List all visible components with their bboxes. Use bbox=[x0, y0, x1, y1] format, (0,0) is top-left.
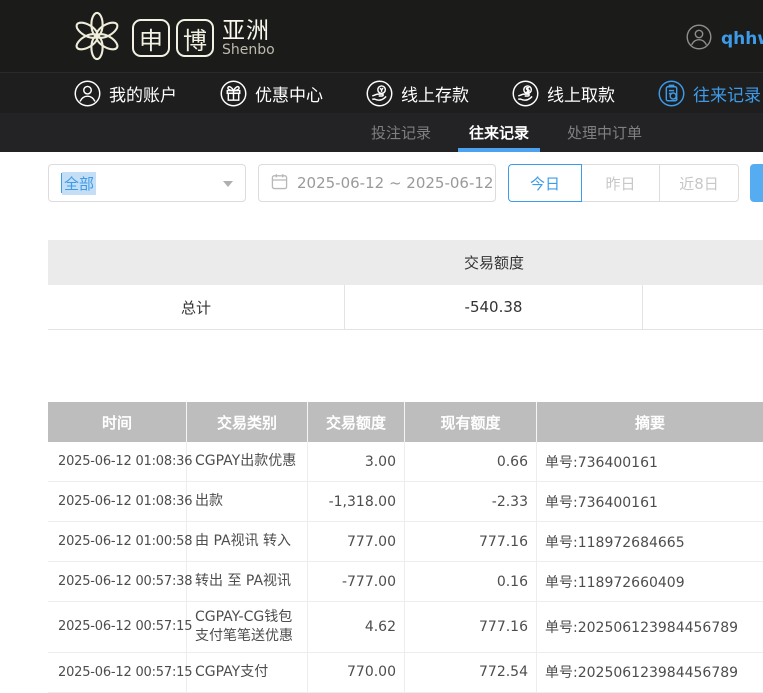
cell-type: 转出 至 PA视讯 bbox=[187, 562, 308, 602]
type-select[interactable]: 全部 bbox=[48, 164, 246, 202]
cell-summary: 单号:202506123984456789 bbox=[537, 653, 763, 693]
cell-amount: -777.00 bbox=[308, 562, 405, 602]
quick-range-buttons: 今日 昨日 近8日 bbox=[508, 164, 739, 202]
flower-logo-icon bbox=[68, 7, 126, 69]
cell-summary: 单号:736400161 bbox=[537, 482, 763, 522]
cell-amount: -1,318.00 bbox=[308, 482, 405, 522]
brand-char-bo: 博 bbox=[176, 19, 214, 57]
cell-time: 2025-06-12 00:57:38 bbox=[48, 562, 187, 602]
cell-balance: 777.16 bbox=[405, 522, 537, 562]
date-range-input[interactable]: 2025-06-12 ~ 2025-06-12 bbox=[258, 164, 496, 202]
brand-region-text: 亚洲 bbox=[222, 19, 275, 43]
summary-total-value: -540.38 bbox=[345, 285, 643, 329]
tab-transaction-records[interactable]: 往来记录 bbox=[464, 113, 534, 152]
nav-item-withdraw[interactable]: 线上取款 bbox=[512, 80, 615, 107]
records-tab-bar: 投注记录 往来记录 处理中订单 bbox=[0, 113, 763, 152]
last-8-days-button[interactable]: 近8日 bbox=[659, 164, 739, 202]
nav-label: 我的账户 bbox=[109, 81, 177, 106]
nav-label: 线上存款 bbox=[401, 81, 469, 106]
col-summary: 摘要 bbox=[537, 402, 763, 442]
cell-summary: 单号:118972660409 bbox=[537, 562, 763, 602]
cell-amount: 777.00 bbox=[308, 522, 405, 562]
cell-time: 2025-06-12 01:08:36 bbox=[48, 482, 187, 522]
username-text: qhhw2 bbox=[721, 29, 763, 49]
yesterday-button[interactable]: 昨日 bbox=[581, 164, 660, 202]
cell-type: CGPAY-CG钱包支付笔笔送优惠 bbox=[187, 602, 308, 653]
summary-header-row: 交易额度 bbox=[48, 240, 763, 285]
cell-amount: 770.00 bbox=[308, 653, 405, 693]
gift-icon bbox=[220, 80, 247, 107]
date-range-value: 2025-06-12 ~ 2025-06-12 bbox=[297, 174, 493, 192]
deposit-icon bbox=[366, 80, 393, 107]
col-amount: 交易额度 bbox=[308, 402, 405, 442]
cell-amount: 4.62 bbox=[308, 602, 405, 653]
nav-item-my-account[interactable]: 我的账户 bbox=[74, 80, 177, 107]
table-row: 2025-06-12 00:57:38 转出 至 PA视讯 -777.00 0.… bbox=[48, 562, 763, 602]
nav-label: 优惠中心 bbox=[255, 81, 323, 106]
nav-label: 线上取款 bbox=[547, 81, 615, 106]
col-balance: 现有额度 bbox=[405, 402, 537, 442]
withdraw-icon bbox=[512, 80, 539, 107]
user-avatar-icon bbox=[686, 24, 712, 54]
summary-header-label: 交易额度 bbox=[345, 252, 643, 273]
today-button[interactable]: 今日 bbox=[508, 164, 582, 202]
cell-type: 由 PA视讯 转入 bbox=[187, 522, 308, 562]
search-button[interactable] bbox=[750, 164, 763, 202]
table-header-row: 时间 交易类别 交易额度 现有额度 摘要 bbox=[48, 402, 763, 442]
table-row: 2025-06-12 01:08:36 CGPAY出款优惠 3.00 0.66 … bbox=[48, 442, 763, 482]
cell-time: 2025-06-12 00:57:15 bbox=[48, 602, 187, 653]
col-time: 时间 bbox=[48, 402, 187, 442]
nav-item-promotions[interactable]: 优惠中心 bbox=[220, 80, 323, 107]
main-nav-bar: 我的账户 优惠中心 线上存款 bbox=[0, 72, 763, 113]
tab-processing-orders[interactable]: 处理中订单 bbox=[562, 113, 647, 152]
cell-summary: 单号:736400161 bbox=[537, 442, 763, 482]
brand-char-shen: 申 bbox=[132, 19, 170, 57]
summary-total-row: 总计 -540.38 bbox=[48, 285, 763, 330]
summary-total-label: 总计 bbox=[48, 285, 345, 329]
cell-type: 出款 bbox=[187, 482, 308, 522]
calendar-icon bbox=[271, 173, 288, 194]
cell-balance: 0.66 bbox=[405, 442, 537, 482]
cell-balance: -2.33 bbox=[405, 482, 537, 522]
summary-empty-cell bbox=[643, 285, 763, 329]
cell-type: CGPAY支付 bbox=[187, 653, 308, 693]
top-header-bar: 申 博 亚洲 Shenbo qhhw2 bbox=[0, 0, 763, 72]
brand-logo[interactable]: 申 博 亚洲 Shenbo bbox=[68, 7, 275, 69]
cell-time: 2025-06-12 01:00:58 bbox=[48, 522, 187, 562]
cell-summary: 单号:202506123984456789 bbox=[537, 602, 763, 653]
chevron-down-icon bbox=[223, 181, 233, 187]
cell-balance: 0.16 bbox=[405, 562, 537, 602]
table-row: 2025-06-12 01:08:36 出款 -1,318.00 -2.33 单… bbox=[48, 482, 763, 522]
account-menu[interactable]: qhhw2 bbox=[686, 24, 763, 54]
nav-label: 往来记录 bbox=[693, 81, 761, 106]
cell-type: CGPAY出款优惠 bbox=[187, 442, 308, 482]
brand-latin-text: Shenbo bbox=[222, 43, 275, 58]
cell-time: 2025-06-12 00:57:15 bbox=[48, 653, 187, 693]
cell-balance: 777.16 bbox=[405, 602, 537, 653]
nav-item-records[interactable]: 往来记录 bbox=[658, 80, 761, 107]
cell-amount: 3.00 bbox=[308, 442, 405, 482]
table-row: 2025-06-12 01:00:58 由 PA视讯 转入 777.00 777… bbox=[48, 522, 763, 562]
table-row: 2025-06-12 00:57:15 CGPAY-CG钱包支付笔笔送优惠 4.… bbox=[48, 602, 763, 653]
records-icon bbox=[658, 80, 685, 107]
summary-table: 交易额度 总计 -540.38 bbox=[48, 240, 763, 330]
col-type: 交易类别 bbox=[187, 402, 308, 442]
nav-item-deposit[interactable]: 线上存款 bbox=[366, 80, 469, 107]
filter-row: 全部 2025-06-12 ~ 2025-06-12 今日 昨日 近8日 bbox=[0, 163, 763, 203]
transactions-table: 时间 交易类别 交易额度 现有额度 摘要 2025-06-12 01:08:36… bbox=[48, 402, 763, 693]
cell-time: 2025-06-12 01:08:36 bbox=[48, 442, 187, 482]
cell-summary: 单号:118972684665 bbox=[537, 522, 763, 562]
tab-betting-records[interactable]: 投注记录 bbox=[366, 113, 436, 152]
type-select-value: 全部 bbox=[62, 172, 96, 195]
user-icon bbox=[74, 80, 101, 107]
cell-balance: 772.54 bbox=[405, 653, 537, 693]
table-row: 2025-06-12 00:57:15 CGPAY支付 770.00 772.5… bbox=[48, 653, 763, 693]
